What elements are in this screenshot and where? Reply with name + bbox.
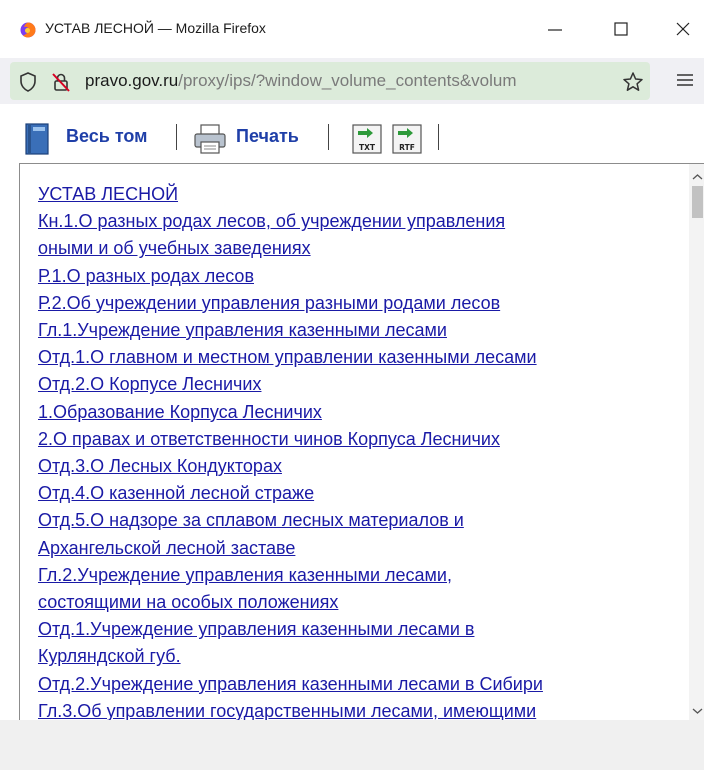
connection-not-secure-icon[interactable]: [50, 71, 72, 98]
contents-link[interactable]: 2.О правах и ответственности чинов Корпу…: [38, 426, 678, 453]
bottom-panel: [0, 720, 704, 770]
contents-link[interactable]: Отд.4.О казенной лесной страже: [38, 480, 678, 507]
scrollbar-thumb[interactable]: [692, 186, 703, 218]
contents-list: УСТАВ ЛЕСНОЙ Кн.1.О разных родах лесов, …: [38, 181, 678, 720]
txt-download-icon[interactable]: TXT: [350, 122, 384, 161]
contents-link[interactable]: Кн.1.О разных родах лесов, об учреждении…: [38, 208, 678, 235]
maximize-button[interactable]: [606, 14, 636, 44]
printer-icon[interactable]: [192, 122, 228, 161]
vertical-scrollbar[interactable]: [689, 164, 704, 720]
contents-link[interactable]: состоящими на особых положениях: [38, 589, 678, 616]
contents-link[interactable]: Отд.2.Учреждение управления казенными ле…: [38, 671, 678, 698]
firefox-logo-icon: [20, 22, 36, 38]
contents-link[interactable]: Архангельской лесной заставе: [38, 535, 678, 562]
url-path: /proxy/ips/?window_volume_contents&volum: [178, 71, 517, 90]
contents-link[interactable]: 1.Образование Корпуса Лесничих: [38, 399, 678, 426]
minimize-button[interactable]: [540, 14, 570, 44]
contents-link[interactable]: Р.1.О разных родах лесов: [38, 263, 678, 290]
contents-link[interactable]: Отд.1.Учреждение управления казенными ле…: [38, 616, 678, 643]
scroll-up-arrow-icon[interactable]: [692, 168, 703, 186]
contents-link[interactable]: Гл.3.Об управлении государственными леса…: [38, 698, 678, 720]
shield-icon[interactable]: [19, 72, 37, 97]
rtf-download-icon[interactable]: RTF: [390, 122, 424, 161]
contents-link[interactable]: Отд.2.О Корпусе Лесничих: [38, 371, 678, 398]
print-link[interactable]: Печать: [236, 126, 299, 147]
rtf-icon-label: RTF: [399, 143, 415, 152]
address-bar[interactable]: pravo.gov.ru/proxy/ips/?window_volume_co…: [10, 62, 650, 100]
toolbar-divider: [328, 124, 329, 150]
close-button[interactable]: [668, 14, 698, 44]
window-title: УСТАВ ЛЕСНОЙ — Mozilla Firefox: [45, 20, 266, 36]
whole-volume-link[interactable]: Весь том: [66, 126, 148, 147]
book-icon[interactable]: [20, 122, 54, 161]
toolbar-divider: [176, 124, 177, 150]
contents-link[interactable]: Отд.3.О Лесных Кондукторах: [38, 453, 678, 480]
contents-link[interactable]: Гл.1.Учреждение управления казенными лес…: [38, 317, 678, 344]
window-titlebar: УСТАВ ЛЕСНОЙ — Mozilla Firefox: [0, 0, 704, 58]
url-text[interactable]: pravo.gov.ru/proxy/ips/?window_volume_co…: [85, 71, 610, 91]
contents-link[interactable]: Курляндской губ.: [38, 643, 678, 670]
toolbar-divider: [438, 124, 439, 150]
scroll-down-arrow-icon[interactable]: [692, 702, 703, 720]
txt-icon-label: TXT: [359, 143, 376, 152]
page-toolbar: Весь том Печать TXT RTF: [0, 104, 704, 164]
contents-link[interactable]: УСТАВ ЛЕСНОЙ: [38, 181, 678, 208]
contents-link[interactable]: Р.2.Об учреждении управления разными род…: [38, 290, 678, 317]
contents-link[interactable]: оными и об учебных заведениях: [38, 235, 678, 262]
contents-link[interactable]: Гл.2.Учреждение управления казенными лес…: [38, 562, 678, 589]
contents-frame: УСТАВ ЛЕСНОЙ Кн.1.О разных родах лесов, …: [19, 163, 704, 721]
navigation-bar: pravo.gov.ru/proxy/ips/?window_volume_co…: [0, 58, 704, 104]
hamburger-menu-icon[interactable]: [676, 72, 694, 93]
contents-link[interactable]: Отд.1.О главном и местном управлении каз…: [38, 344, 678, 371]
url-host: pravo.gov.ru: [85, 71, 179, 90]
bookmark-star-icon[interactable]: [622, 71, 644, 98]
contents-link[interactable]: Отд.5.О надзоре за сплавом лесных матери…: [38, 507, 678, 534]
